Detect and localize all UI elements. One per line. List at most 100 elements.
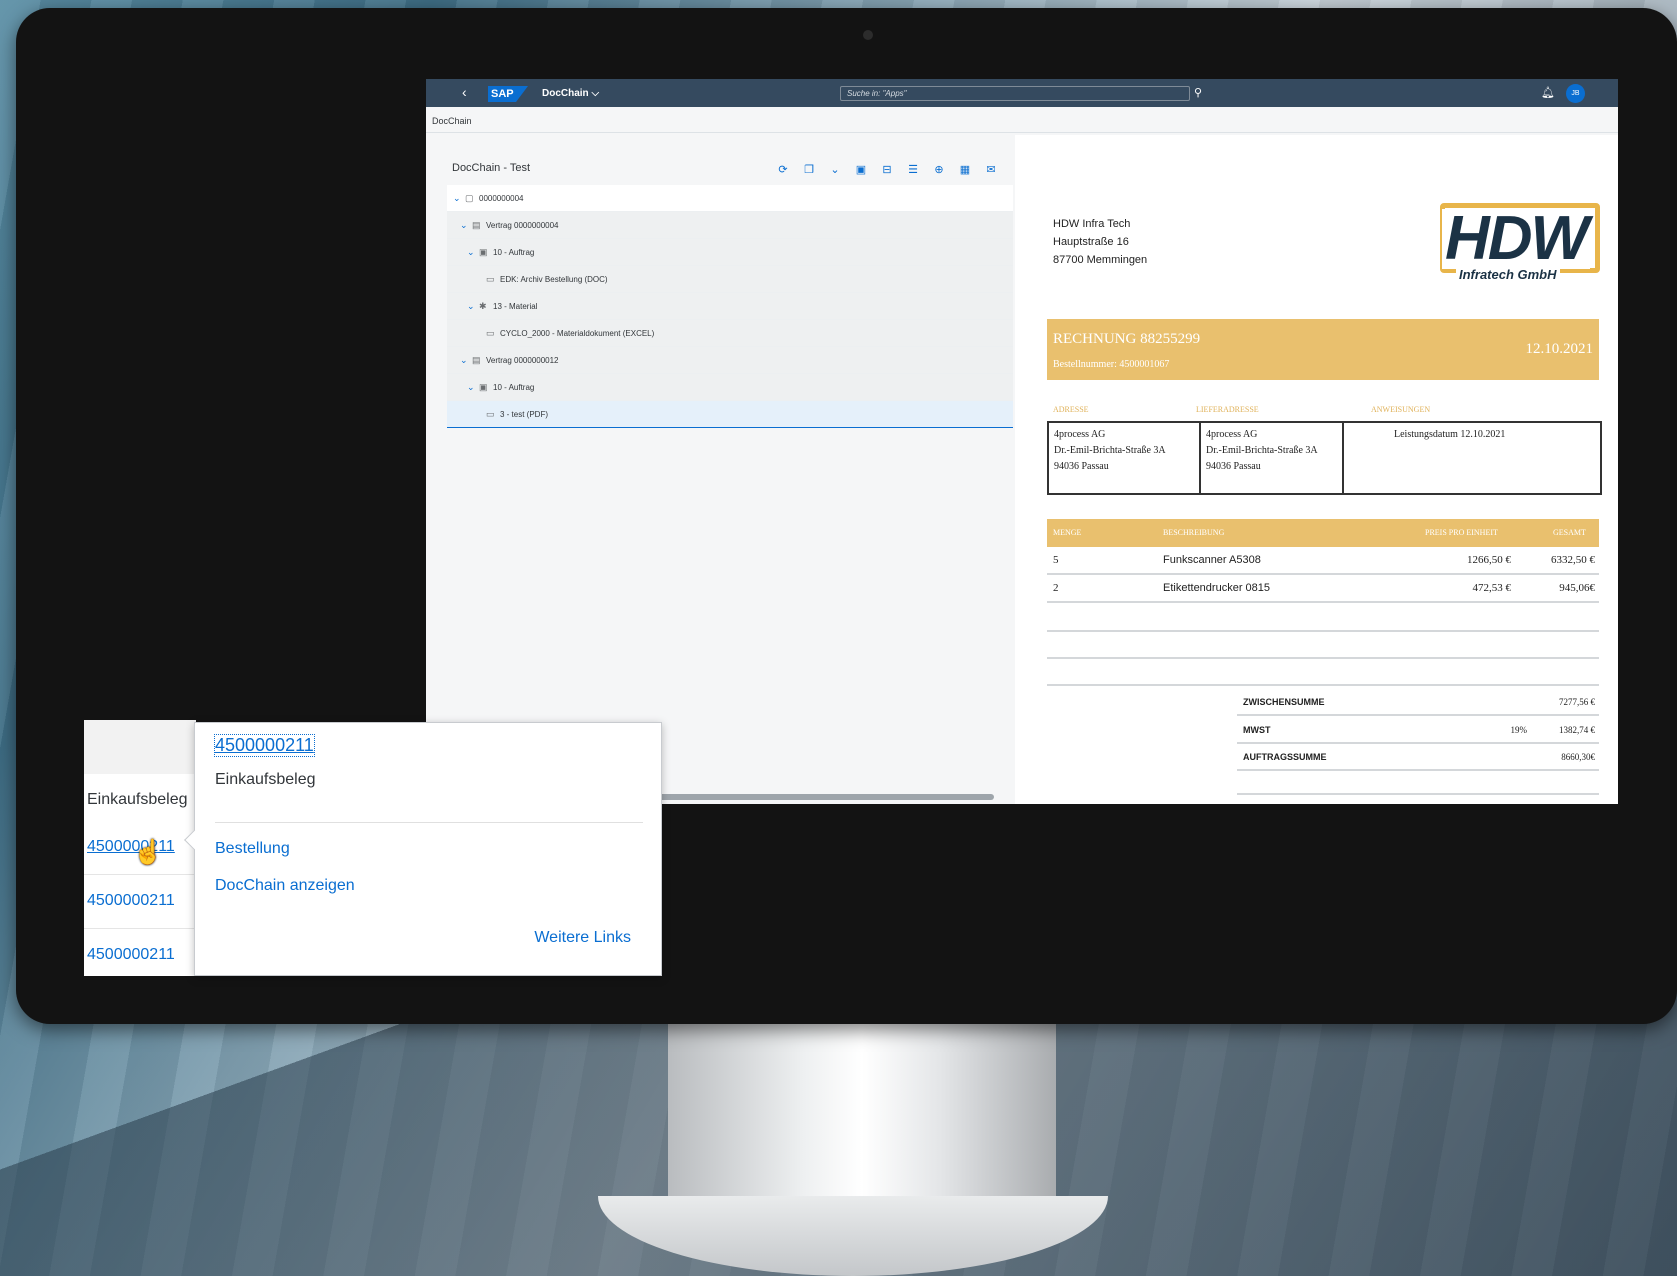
sap-logo[interactable]: SAP [488, 86, 528, 102]
tax-rate: 19% [1510, 725, 1528, 735]
document-tree: ⌄ ▢ 0000000004 ⌄ ▤ Vertrag 0000000004 ⌄ ▣ 10 - A… [447, 185, 1013, 428]
chevron-down-icon[interactable]: ⌄ [467, 382, 479, 393]
mail-icon[interactable]: ✉ [984, 163, 998, 176]
address-line: 4process AG [1054, 429, 1106, 440]
tree-node-label: 0000000004 [479, 193, 524, 203]
quickview-popover: 4500000211 Einkaufsbeleg Bestellung DocC… [184, 722, 662, 976]
hdw-logo: HDW Infratech GmbH [1440, 195, 1602, 282]
subtotal-row: ZWISCHENSUMME 7277,56 € [1237, 688, 1599, 716]
address-line: 94036 Passau [1054, 461, 1109, 472]
subtotal-value: 7277,56 € [1559, 697, 1595, 707]
table-row: 2 Etikettendrucker 0815 472,53 € 945,06€ [1047, 575, 1599, 603]
tree-node[interactable]: ⌄ ▤ Vertrag 0000000012 [447, 347, 1013, 374]
chevron-down-icon[interactable]: ⌄ [460, 355, 472, 366]
items-header: MENGE BESCHREIBUNG PREIS PRO EINHEIT GES… [1047, 519, 1599, 547]
sender-line: 87700 Memmingen [1053, 254, 1148, 266]
purchase-doc-link[interactable]: 4500000211 [87, 946, 175, 964]
delivery-label: LIEFERADRESSE [1196, 405, 1259, 414]
avatar[interactable]: JB [1566, 84, 1585, 103]
total-cell: 6332,50 € [1551, 554, 1595, 566]
purchase-doc-link[interactable]: 4500000211 [87, 892, 175, 910]
more-links-button[interactable]: Weitere Links [534, 929, 631, 947]
address-line: 4process AG [1206, 429, 1258, 440]
back-icon[interactable]: ‹ [462, 85, 467, 99]
tree-node[interactable]: ⌄ ▣ 10 - Auftrag [447, 374, 1013, 401]
bell-icon[interactable]: 🔔︎ [1541, 86, 1555, 99]
tree-node[interactable]: ▭ EDK: Archiv Bestellung (DOC) [447, 266, 1013, 293]
address-line: 94036 Passau [1206, 461, 1261, 472]
sender-line: HDW Infra Tech [1053, 218, 1131, 230]
qty-cell: 2 [1053, 582, 1059, 594]
tree-node[interactable]: ⌄ ▢ 0000000004 [447, 185, 1013, 212]
display-icon[interactable]: ▣ [854, 163, 868, 176]
divider [1342, 423, 1344, 493]
copy-icon[interactable]: ❐ [802, 163, 816, 176]
invoice-banner: RECHNUNG 88255299 Bestellnummer: 4500001… [1047, 319, 1599, 380]
monitor-stand [668, 1024, 1056, 1204]
tree-node[interactable]: ▭ 3 - test (PDF) [447, 401, 1013, 428]
grid-icon[interactable]: ▦ [958, 163, 972, 176]
subtotal-label: ZWISCHENSUMME [1243, 697, 1325, 707]
search-input[interactable]: Suche in: "Apps" [840, 86, 1190, 101]
tree-node[interactable]: ⌄ ▤ Vertrag 0000000004 [447, 212, 1013, 239]
search-icon[interactable]: ⚲ [1194, 86, 1202, 99]
panel-title: DocChain - Test [452, 162, 531, 174]
total-label: AUFTRAGSSUMME [1243, 752, 1327, 762]
table-row: 5 Funkscanner A5308 1266,50 € 6332,50 € [1047, 547, 1599, 575]
address-label: ADRESSE [1053, 405, 1089, 414]
address-line: Dr.-Emil-Brichta-Straße 3A [1206, 445, 1318, 456]
tree-node-label: Vertrag 0000000012 [486, 355, 559, 365]
popover-title-link[interactable]: 4500000211 [214, 734, 315, 757]
collapse-icon[interactable]: ⊟ [880, 163, 894, 176]
tax-label: MWST [1243, 725, 1271, 735]
tax-value: 1382,74 € [1559, 725, 1595, 735]
column-header: Einkaufsbeleg [87, 791, 188, 808]
expand-icon[interactable]: ⌄ [828, 163, 842, 176]
unit-cell: 1266,50 € [1467, 554, 1511, 566]
link-bestellung[interactable]: Bestellung [215, 840, 290, 858]
sender-address: HDW Infra Tech Hauptstraße 16 87700 Memm… [1053, 215, 1147, 269]
divider [1047, 630, 1599, 632]
document-icon: ▣ [479, 381, 488, 392]
chevron-down-icon[interactable]: ⌄ [467, 301, 479, 312]
app-title-menu[interactable]: DocChain ⌵ [542, 88, 599, 99]
chevron-down-icon[interactable]: ⌄ [467, 247, 479, 258]
address-line: Dr.-Emil-Brichta-Straße 3A [1054, 445, 1166, 456]
popover-subtitle: Einkaufsbeleg [215, 771, 316, 788]
divider [1237, 793, 1599, 795]
tree-node[interactable]: ▭ CYCLO_2000 - Materialdokument (EXCEL) [447, 320, 1013, 347]
logo-subtext: Infratech GmbH [1456, 267, 1560, 282]
delivery-address: 4process AG Dr.-Emil-Brichta-Straße 3A 9… [1201, 427, 1318, 475]
tree-node[interactable]: ⌄ ▣ 10 - Auftrag [447, 239, 1013, 266]
tree-node-label: CYCLO_2000 - Materialdokument (EXCEL) [500, 328, 655, 338]
document-icon: ▢ [465, 192, 474, 203]
tree-toolbar: ⟳ ❐ ⌄ ▣ ⊟ ☰ ⊕ ▦ ✉ [776, 163, 998, 176]
list-icon[interactable]: ☰ [906, 163, 920, 176]
tree-node[interactable]: ⌄ ✱ 13 - Material [447, 293, 1013, 320]
tree-node-label: 3 - test (PDF) [500, 409, 549, 419]
pdf-preview: HDW Infra Tech Hauptstraße 16 87700 Memm… [1015, 135, 1618, 804]
invoice-title: RECHNUNG 88255299 [1053, 331, 1201, 347]
chevron-down-icon[interactable]: ⌄ [453, 193, 465, 204]
shell-bar: ‹ SAP DocChain ⌵ Suche in: "Apps" ⚲ 🔔︎ J… [426, 79, 1618, 107]
chevron-down-icon[interactable]: ⌄ [460, 220, 472, 231]
qty-header: MENGE [1053, 528, 1082, 537]
hand-cursor-icon: ☝ [133, 839, 163, 866]
horizontal-scrollbar[interactable] [652, 794, 994, 800]
document-icon: ▤ [472, 219, 481, 230]
desc-cell: Etikettendrucker 0815 [1163, 582, 1271, 594]
total-header: GESAMT [1553, 528, 1586, 537]
divider [215, 822, 643, 823]
divider [84, 928, 196, 929]
desc-header: BESCHREIBUNG [1163, 528, 1225, 537]
desc-cell: Funkscanner A5308 [1163, 554, 1261, 566]
refresh-icon[interactable]: ⟳ [776, 163, 790, 176]
address-box: 4process AG Dr.-Emil-Brichta-Straße 3A 9… [1047, 421, 1602, 495]
breadcrumb[interactable]: DocChain [432, 116, 472, 126]
divider [1047, 657, 1599, 659]
zoom-icon[interactable]: ⊕ [932, 163, 946, 176]
document-icon: ✱ [479, 300, 487, 311]
order-number: Bestellnummer: 4500001067 [1053, 359, 1170, 370]
document-icon: ▭ [486, 273, 495, 284]
link-docchain-anzeigen[interactable]: DocChain anzeigen [215, 877, 355, 895]
